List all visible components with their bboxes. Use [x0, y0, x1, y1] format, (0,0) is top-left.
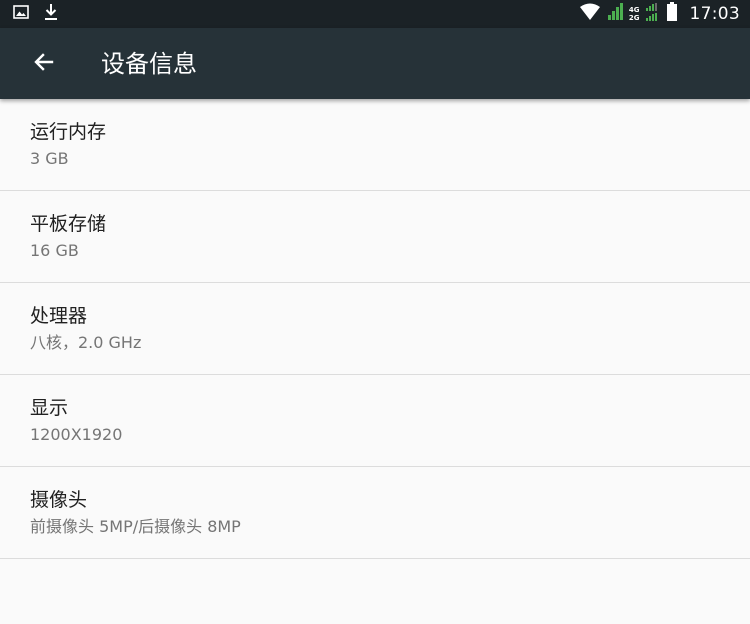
list-item-storage[interactable]: 平板存储 16 GB: [0, 191, 750, 283]
list-item-title: 运行内存: [30, 121, 107, 143]
network-bottom-label: 2G: [628, 14, 640, 22]
list-item-value: 前摄像头 5MP/后摄像头 8MP: [30, 517, 241, 536]
status-time: 17:03: [689, 4, 740, 24]
back-button[interactable]: [22, 42, 66, 86]
battery-icon: [666, 2, 678, 26]
image-icon: [13, 4, 29, 24]
page-title: 设备信息: [101, 50, 197, 78]
list-item-value: 3 GB: [30, 149, 69, 168]
network-type-indicator: 4G 2G: [629, 6, 640, 22]
download-icon: [43, 2, 59, 26]
list-item-value: 1200X1920: [30, 425, 123, 444]
back-arrow-icon[interactable]: [32, 50, 56, 78]
list-item-memory[interactable]: 运行内存 3 GB: [0, 99, 750, 191]
list-item-value: 八核，2.0 GHz: [30, 333, 142, 352]
list-item-processor[interactable]: 处理器 八核，2.0 GHz: [0, 283, 750, 375]
list-item-display[interactable]: 显示 1200X1920: [0, 375, 750, 467]
app-bar: 设备信息: [0, 28, 750, 99]
wifi-icon: [579, 3, 601, 25]
dual-signal-icon: [645, 3, 660, 25]
list-item-title: 处理器: [30, 305, 88, 327]
network-top-label: 4G: [628, 6, 640, 14]
list-item-title: 摄像头: [30, 489, 88, 511]
list-item-value: 16 GB: [30, 241, 79, 260]
list-item-title: 显示: [30, 397, 69, 419]
status-bar: 4G 2G 17:03: [0, 0, 750, 28]
list-item-camera[interactable]: 摄像头 前摄像头 5MP/后摄像头 8MP: [0, 467, 750, 559]
device-info-list: 运行内存 3 GB 平板存储 16 GB 处理器 八核，2.0 GHz 显示 1…: [0, 99, 750, 559]
list-item-title: 平板存储: [30, 213, 107, 235]
signal-icon: [607, 3, 623, 25]
